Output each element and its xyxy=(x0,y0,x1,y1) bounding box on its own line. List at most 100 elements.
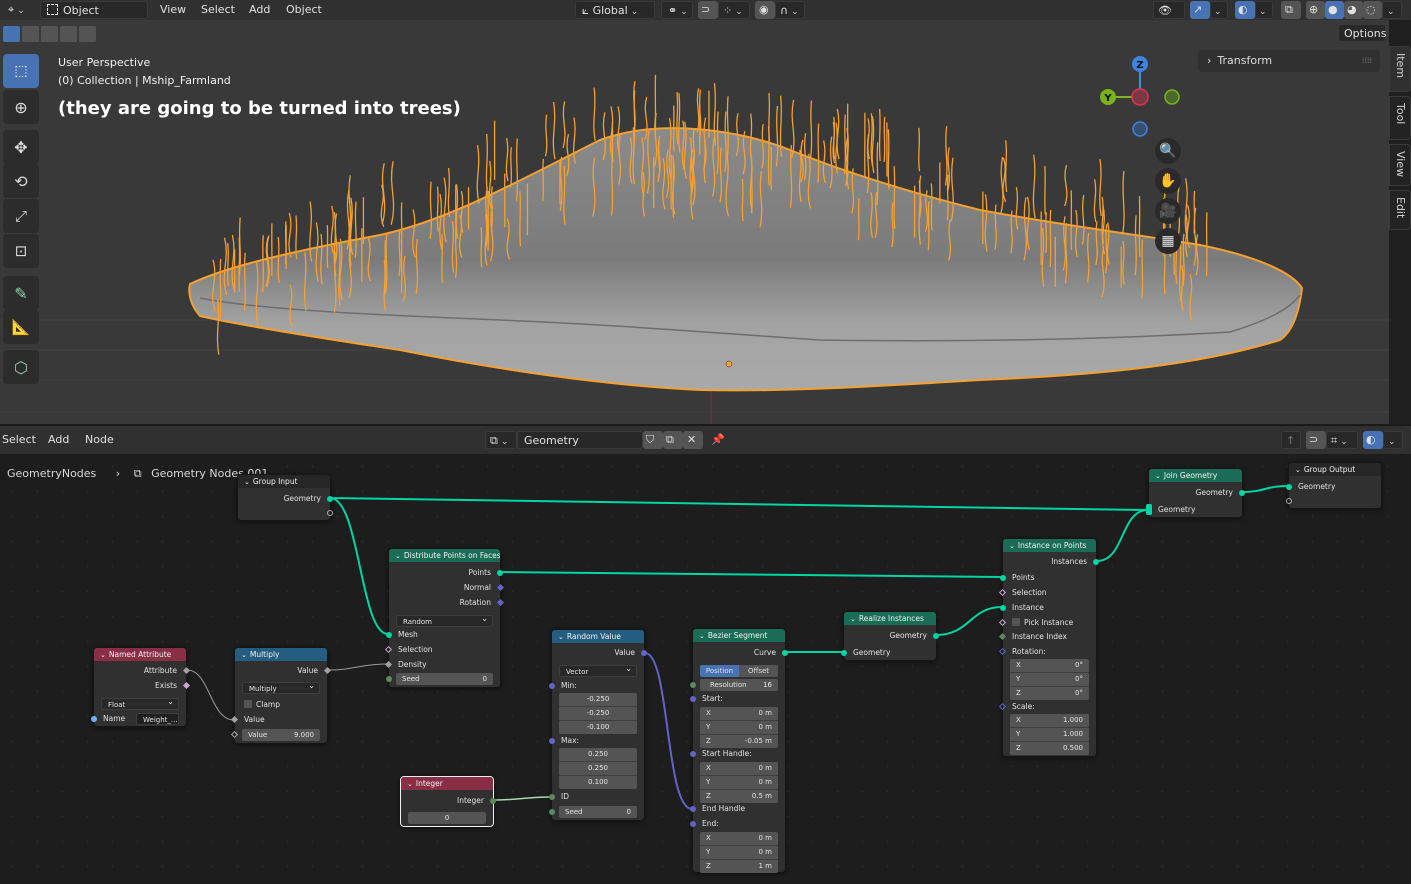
collapse-chevron-icon[interactable]: ⌄ xyxy=(244,478,250,486)
curve-output-socket[interactable] xyxy=(782,650,788,656)
data-type-dropdown[interactable]: Float xyxy=(101,696,179,710)
node-bezier-segment[interactable]: ⌄ Bezier Segment Curve Position Offset Re… xyxy=(690,628,788,873)
node-join-geometry[interactable]: ⌄ Join Geometry Geometry Geometry xyxy=(1146,468,1245,518)
instance-index-input-socket[interactable] xyxy=(998,632,1007,641)
3d-viewport[interactable]: ⬚ ⊕ ✥ ⟲ ⤢ ⊡ ✎ 📐 ⬡ User Perspective (0) C… xyxy=(0,20,1389,424)
parent-node-tree-button[interactable]: ↑ xyxy=(1281,431,1301,449)
start-handle-x-field[interactable]: X0 m xyxy=(700,762,778,776)
menu-view[interactable]: View xyxy=(154,1,192,19)
ne-menu-add[interactable]: Add xyxy=(42,431,75,449)
start-input-socket[interactable] xyxy=(690,696,696,702)
fake-user-button[interactable]: ⛉ xyxy=(643,431,663,449)
node-integer[interactable]: ⌄ Integer Integer 0 xyxy=(400,776,496,827)
pick-instance-input-socket[interactable] xyxy=(998,618,1007,627)
ne-menu-select[interactable]: Select xyxy=(0,431,42,449)
select-intersect-button[interactable] xyxy=(79,26,96,42)
ne-overlay-dropdown[interactable]: ⌄ xyxy=(1383,431,1403,449)
min-y-field[interactable]: -0.250 xyxy=(559,707,637,721)
select-new-button[interactable] xyxy=(3,26,20,42)
rotation-y-field[interactable]: Y 0° xyxy=(1010,673,1089,687)
node-realize-instances[interactable]: ⌄ Realize Instances Geometry Geometry xyxy=(841,611,939,661)
tab-edit[interactable]: Edit xyxy=(1389,190,1411,230)
node-group-output[interactable]: ⌄ Group Output Geometry xyxy=(1286,462,1382,509)
options-dropdown[interactable]: Options⌄ xyxy=(1338,24,1386,42)
resolution-input-socket[interactable] xyxy=(690,682,696,688)
instances-output-socket[interactable] xyxy=(1093,559,1099,565)
math-operation-dropdown[interactable]: Multiply xyxy=(242,680,320,694)
tool-rotate[interactable]: ⟲ xyxy=(3,164,39,198)
rotation-input-socket[interactable] xyxy=(998,647,1007,656)
max-x-field[interactable]: 0.250 xyxy=(559,748,637,762)
attribute-name-field[interactable]: Weight_... xyxy=(136,713,179,725)
scale-z-field[interactable]: Z 0.500 xyxy=(1010,742,1089,755)
tool-add-cube[interactable]: ⬡ xyxy=(3,350,39,384)
end-input-socket[interactable] xyxy=(690,821,696,827)
geometry-output-socket[interactable] xyxy=(933,633,939,639)
pan-view-button[interactable]: ✋ xyxy=(1155,168,1181,194)
integer-value-field[interactable]: 0 xyxy=(408,812,486,824)
ne-overlay-toggle[interactable]: ◐ xyxy=(1363,431,1383,449)
node-header[interactable]: ⌄ Named Attribute xyxy=(94,648,186,661)
menu-add[interactable]: Add xyxy=(243,1,276,19)
geometry-output-socket[interactable] xyxy=(1239,490,1245,496)
collapse-chevron-icon[interactable]: ⌄ xyxy=(699,632,705,640)
collapse-chevron-icon[interactable]: ⌄ xyxy=(395,552,401,560)
end-x-field[interactable]: X0 m xyxy=(700,832,778,846)
tool-move[interactable]: ✥ xyxy=(3,130,39,164)
collapse-chevron-icon[interactable]: ⌄ xyxy=(407,780,413,788)
tool-scale[interactable]: ⤢ xyxy=(3,199,39,233)
node-header[interactable]: ⌄ Group Output xyxy=(1289,463,1381,476)
collapse-chevron-icon[interactable]: ⌄ xyxy=(1009,542,1015,550)
selection-input-socket[interactable] xyxy=(384,645,393,654)
menu-object[interactable]: Object xyxy=(280,1,328,19)
end-z-field[interactable]: Z1 m xyxy=(700,860,778,873)
zoom-view-button[interactable]: 🔍 xyxy=(1155,138,1181,164)
node-tree-name-field[interactable]: Geometry Nodes.001 xyxy=(517,431,643,465)
node-header[interactable]: ⌄ Group Input xyxy=(238,475,330,488)
empty-input-socket[interactable] xyxy=(1286,498,1292,504)
seed-input-socket[interactable] xyxy=(386,676,392,682)
node-header[interactable]: ⌄ Random Value xyxy=(552,630,644,643)
breadcrumb-item-modifier[interactable]: GeometryNodes xyxy=(7,467,96,480)
collapse-chevron-icon[interactable]: ⌄ xyxy=(100,651,106,659)
tool-measure[interactable]: 📐 xyxy=(3,310,39,344)
node-distribute-points[interactable]: ⌄ Distribute Points on Faces Points Norma… xyxy=(384,548,505,688)
pick-instance-checkbox[interactable] xyxy=(1012,618,1020,626)
shading-dropdown[interactable]: ⌄ xyxy=(1382,1,1402,19)
node-group-input[interactable]: ⌄ Group Input Geometry xyxy=(237,474,333,521)
gizmo-toggle[interactable]: ↗ xyxy=(1190,1,1210,19)
clamp-checkbox[interactable] xyxy=(244,700,252,708)
tab-view[interactable]: View xyxy=(1389,144,1411,186)
ne-snap-target-dropdown[interactable]: ⌗ ⌄ xyxy=(1326,431,1358,449)
min-input-socket[interactable] xyxy=(549,683,555,689)
seed-field[interactable]: Seed 0 xyxy=(559,806,637,818)
empty-output-socket[interactable] xyxy=(327,510,333,516)
gizmo-z-negative[interactable] xyxy=(1132,121,1148,137)
rotation-output-socket[interactable] xyxy=(496,598,505,607)
node-header[interactable]: ⌄ Realize Instances xyxy=(844,612,936,625)
mesh-input-socket[interactable] xyxy=(386,632,392,638)
gizmo-x-negative[interactable] xyxy=(1131,88,1149,106)
collapse-chevron-icon[interactable]: ⌄ xyxy=(1155,472,1161,480)
max-input-socket[interactable] xyxy=(549,738,555,744)
value-field[interactable]: Value 9.000 xyxy=(242,729,320,741)
scale-y-field[interactable]: Y 1.000 xyxy=(1010,728,1089,742)
seed-input-socket[interactable] xyxy=(549,809,555,815)
falloff-dropdown[interactable]: ∩ ⌄ xyxy=(775,1,805,19)
value-output-socket[interactable] xyxy=(641,650,647,656)
xray-toggle[interactable]: ⧉ xyxy=(1281,1,1301,19)
scale-input-socket[interactable] xyxy=(998,702,1007,711)
node-named-attribute[interactable]: ⌄ Named Attribute Attribute Exists Float … xyxy=(91,647,191,727)
pick-instance-row[interactable]: Pick Instance xyxy=(998,617,1096,629)
value2-input-socket[interactable] xyxy=(230,730,239,739)
pivot-point-dropdown[interactable]: ⚭ ⌄ xyxy=(661,1,693,19)
ne-menu-node[interactable]: Node xyxy=(79,431,120,449)
id-input-socket[interactable] xyxy=(549,794,555,800)
tool-annotate[interactable]: ✎ xyxy=(3,276,39,310)
start-y-field[interactable]: Y0 m xyxy=(700,721,778,735)
shading-wireframe-button[interactable]: ⊕ xyxy=(1306,1,1325,19)
value-output-socket[interactable] xyxy=(323,666,332,675)
node-tree-browse-button[interactable]: ⧉ ⌄ xyxy=(485,431,517,449)
unlink-node-tree-button[interactable]: ✕ xyxy=(683,431,703,449)
start-x-field[interactable]: X0 m xyxy=(700,707,778,721)
